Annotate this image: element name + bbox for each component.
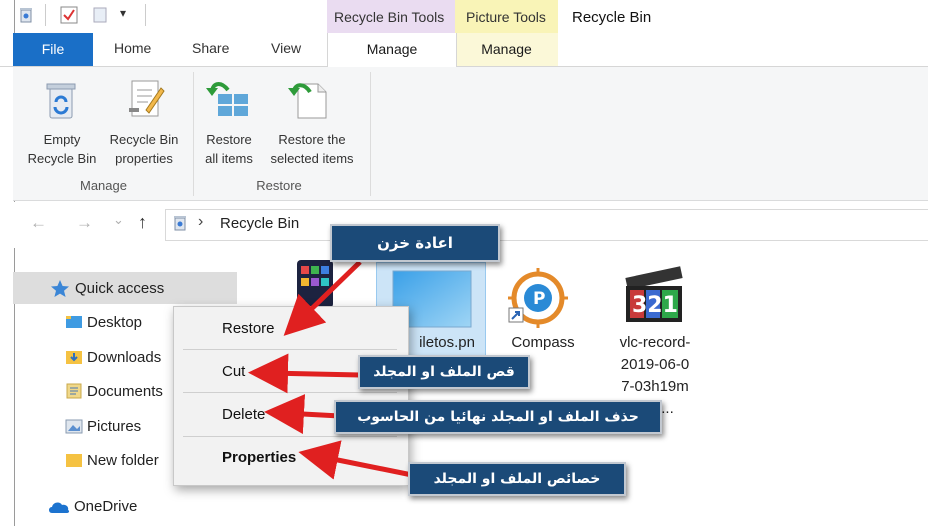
restore-arrow — [283, 260, 362, 336]
cut-arrow — [248, 353, 361, 394]
properties-arrow — [298, 440, 413, 480]
restore-callout: اعادة خزن — [330, 224, 500, 262]
annotation-arrows — [248, 260, 413, 480]
properties-callout: خصائص الملف او المجلد — [408, 462, 626, 496]
delete-arrow — [264, 394, 341, 435]
cut-callout: قص الملف او المجلد — [358, 355, 530, 389]
delete-callout: حذف الملف او المجلد نهائيا من الحاسوب — [334, 400, 662, 434]
